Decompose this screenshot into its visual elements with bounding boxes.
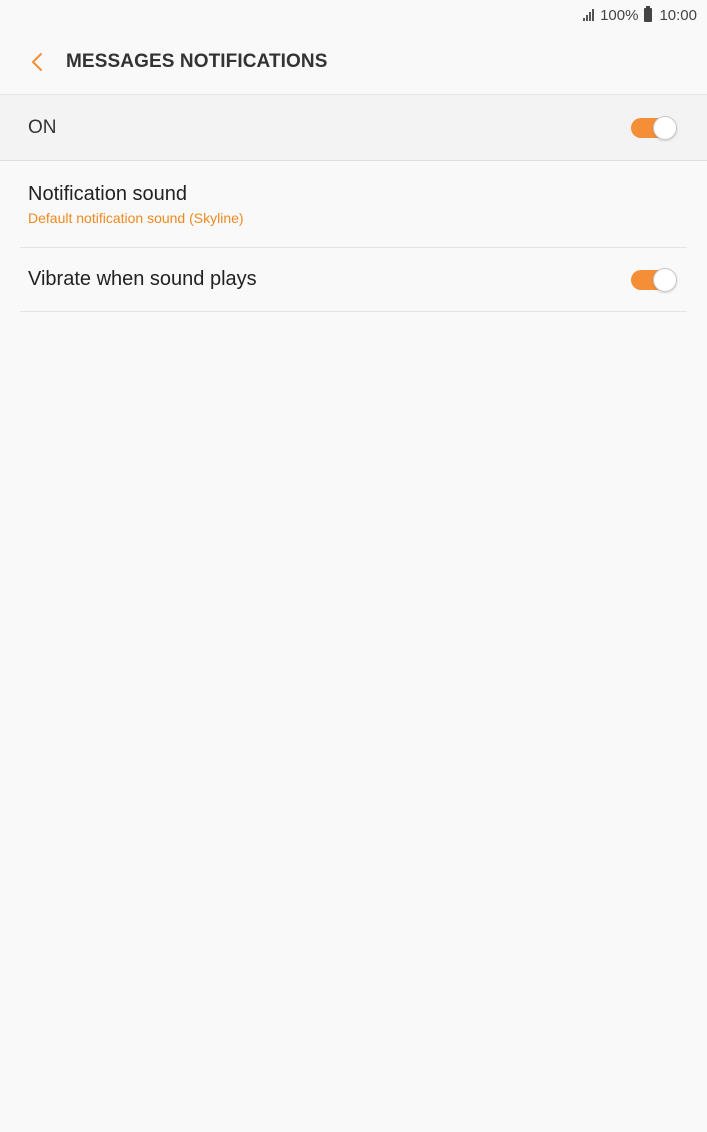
page-title: MESSAGES NOTIFICATIONS	[66, 51, 328, 72]
vibrate-toggle-thumb	[653, 267, 677, 292]
header: MESSAGES NOTIFICATIONS	[0, 30, 707, 94]
vibrate-title: Vibrate when sound plays	[28, 268, 257, 290]
battery-percent: 100%	[600, 6, 639, 24]
settings-list: Notification sound Default notification …	[20, 162, 687, 312]
master-toggle[interactable]	[631, 115, 677, 140]
clock: 10:00	[659, 6, 697, 24]
notification-sound-value: Default notification sound (Skyline)	[28, 210, 244, 226]
vibrate-toggle[interactable]	[631, 267, 677, 292]
notification-sound-item[interactable]: Notification sound Default notification …	[20, 162, 687, 248]
notification-sound-title: Notification sound	[28, 183, 187, 205]
master-toggle-thumb	[653, 115, 677, 140]
master-switch-label: ON	[28, 116, 57, 138]
status-bar: 100% 10:00	[0, 0, 707, 30]
master-switch-row[interactable]: ON	[0, 94, 707, 161]
vibrate-item[interactable]: Vibrate when sound plays	[20, 248, 687, 312]
battery-icon	[644, 6, 653, 22]
signal-icon	[583, 9, 595, 21]
chevron-left-icon[interactable]	[14, 39, 60, 85]
